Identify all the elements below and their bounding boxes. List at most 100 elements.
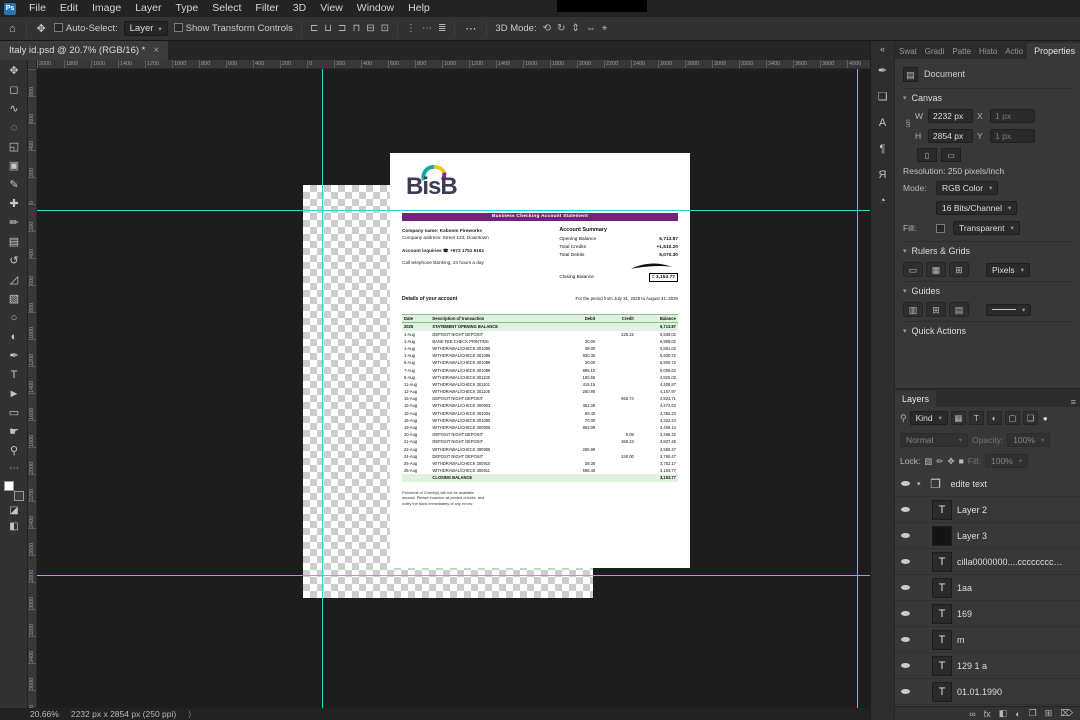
new-layer-icon[interactable]: ⊞ (1045, 708, 1053, 719)
crop-tool[interactable]: ◱ (0, 138, 28, 157)
auto-select-target-dropdown[interactable]: Layer▾ (124, 21, 168, 36)
vertical-guide[interactable] (322, 69, 323, 708)
canvas-fill-dropdown[interactable]: Transparent▾ (953, 221, 1020, 235)
layer-name[interactable]: Layer 2 (957, 505, 987, 515)
filter-type-layers-icon[interactable]: T (969, 411, 984, 425)
delete-layer-icon[interactable]: ⌦ (1060, 708, 1073, 719)
menu-item[interactable]: Edit (53, 0, 85, 17)
eyedropper-tool[interactable]: ✎ (0, 176, 28, 195)
show-transform-controls[interactable]: Show Transform Controls (174, 23, 293, 34)
more-options-icon[interactable]: ⋯ (463, 22, 478, 35)
vertical-ruler[interactable]: 8006004002000200400600800100012001400160… (28, 69, 37, 708)
ruler-units-icon[interactable]: ▭ (903, 262, 923, 277)
opacity-dropdown[interactable]: 100%▾ (1007, 433, 1050, 447)
snap-icon[interactable]: ⊞ (949, 262, 969, 277)
layer-visibility-toggle[interactable] (898, 637, 912, 642)
lock-image-pixels-icon[interactable]: ✏ (936, 456, 943, 467)
bit-depth-dropdown[interactable]: 16 Bits/Channel▾ (936, 201, 1017, 215)
lock-guides-icon[interactable]: ⊞ (926, 302, 946, 317)
brush-settings-panel-icon[interactable]: ✒ (878, 58, 887, 84)
show-transform-checkbox[interactable] (174, 23, 183, 32)
menu-item[interactable]: 3D (286, 0, 313, 17)
grid-icon[interactable]: ▦ (926, 262, 946, 277)
clear-guides-icon[interactable]: ▤ (949, 302, 969, 317)
pen-tool[interactable]: ✒ (0, 347, 28, 366)
filter-smart-objects-icon[interactable]: ❏ (1023, 411, 1038, 425)
3d-slide-icon[interactable]: ⇔ (586, 23, 596, 34)
link-dimensions-icon[interactable]: § (903, 118, 913, 128)
background-color-swatch[interactable] (14, 491, 24, 501)
marquee-tool[interactable]: ◻ (0, 81, 28, 100)
panel-menu-icon[interactable]: ≡ (1066, 397, 1080, 407)
layer-name[interactable]: Layer 3 (957, 531, 987, 541)
menu-item[interactable]: Filter (248, 0, 285, 17)
menu-item[interactable]: Image (85, 0, 128, 17)
quick-mask-icon[interactable]: ◪ (0, 503, 28, 519)
3d-roll-icon[interactable]: ↻ (557, 23, 565, 34)
rulers-grids-section-header[interactable]: ▾ Rulers & Grids (903, 241, 1073, 259)
canvas[interactable]: BisB Business Checking Account Statement… (37, 69, 870, 708)
foreground-color-swatch[interactable] (4, 481, 14, 491)
panel-tab[interactable]: Swat (895, 44, 921, 59)
clone-source-panel-icon[interactable]: ❏ (878, 84, 888, 110)
color-swatches[interactable] (0, 479, 28, 503)
layer-row[interactable]: T 01.01.1990 (895, 679, 1080, 705)
menu-item[interactable]: View (313, 0, 350, 17)
layer-name[interactable]: cilla0000000....cccccccc0 d (957, 557, 1065, 567)
gradient-tool[interactable]: ▧ (0, 290, 28, 309)
new-group-icon[interactable]: ❐ (1029, 708, 1037, 719)
auto-select-checkbox-label[interactable]: Auto-Select: (54, 23, 118, 34)
history-brush-tool[interactable]: ↺ (0, 252, 28, 271)
layer-name[interactable]: m (957, 635, 965, 645)
landscape-icon[interactable]: ▭ (941, 148, 961, 162)
portrait-icon[interactable]: ▯ (917, 148, 937, 162)
layer-visibility-toggle[interactable] (898, 507, 912, 512)
character-panel-icon[interactable]: A (879, 110, 886, 136)
home-icon[interactable]: ⌂ (7, 23, 18, 35)
move-tool[interactable]: ✥ (0, 62, 28, 81)
layer-name[interactable]: 169 (957, 609, 972, 619)
filter-kind-dropdown[interactable]: Kind▾ (910, 411, 948, 425)
layer-visibility-toggle[interactable] (898, 611, 912, 616)
height-field[interactable]: 2854 px (928, 129, 973, 143)
lock-position-icon[interactable]: ✥ (947, 456, 954, 467)
zoom-tool[interactable]: ⚲ (0, 442, 28, 461)
hand-tool[interactable]: ☛ (0, 423, 28, 442)
edit-toolbar-icon[interactable]: ⋯ (0, 461, 28, 477)
layer-row[interactable]: T 169 (895, 601, 1080, 627)
distribute-spacing-icon[interactable]: ≣ (438, 23, 446, 34)
healing-brush-tool[interactable]: ✚ (0, 195, 28, 214)
layer-visibility-toggle[interactable] (898, 689, 912, 694)
eraser-tool[interactable]: ◿ (0, 271, 28, 290)
close-tab-icon[interactable]: × (153, 45, 159, 56)
menu-item[interactable]: Select (205, 0, 248, 17)
layer-visibility-toggle[interactable] (898, 585, 912, 590)
filter-shape-layers-icon[interactable]: ▢ (1005, 411, 1020, 425)
layer-effects-icon[interactable]: fx (984, 709, 991, 719)
width-field[interactable]: 2232 px (928, 109, 973, 123)
menu-item[interactable]: Layer (128, 0, 168, 17)
align-bottom-edges-icon[interactable]: ⊡ (381, 23, 389, 34)
shape-tool[interactable]: ▭ (0, 404, 28, 423)
layer-row[interactable]: T 129 1 a (895, 653, 1080, 679)
align-horizontal-centers-icon[interactable]: ⊔ (324, 23, 332, 34)
lock-all-icon[interactable]: ■ (959, 456, 964, 467)
fill-checkbox[interactable] (936, 224, 945, 233)
paragraph-panel-icon[interactable]: ¶ (880, 136, 886, 162)
distribute-vertical-icon[interactable]: ⋮ (406, 23, 416, 34)
layer-row[interactable]: T cilla0000000....cccccccc0 d (895, 549, 1080, 575)
fill-dropdown[interactable]: 100%▾ (985, 454, 1028, 468)
zoom-level[interactable]: 20.66% (30, 709, 59, 719)
3d-orbit-icon[interactable]: ⟲ (543, 23, 551, 34)
document-tab[interactable]: Italy id.psd @ 20.7% (RGB/16) * × (0, 41, 168, 60)
panel-tab[interactable]: Properties (1027, 43, 1080, 59)
blur-tool[interactable]: ○ (0, 309, 28, 328)
menu-item[interactable]: File (22, 0, 53, 17)
path-selection-tool[interactable]: ► (0, 385, 28, 404)
screen-mode-icon[interactable]: ◧ (0, 519, 28, 535)
adjustments-panel-icon[interactable]: ◔ (879, 188, 886, 214)
horizontal-guide[interactable] (37, 575, 870, 576)
layer-mask-icon[interactable]: ◧ (999, 708, 1008, 719)
align-vertical-centers-icon[interactable]: ⊟ (366, 23, 374, 34)
link-layers-icon[interactable]: ∞ (969, 709, 975, 719)
